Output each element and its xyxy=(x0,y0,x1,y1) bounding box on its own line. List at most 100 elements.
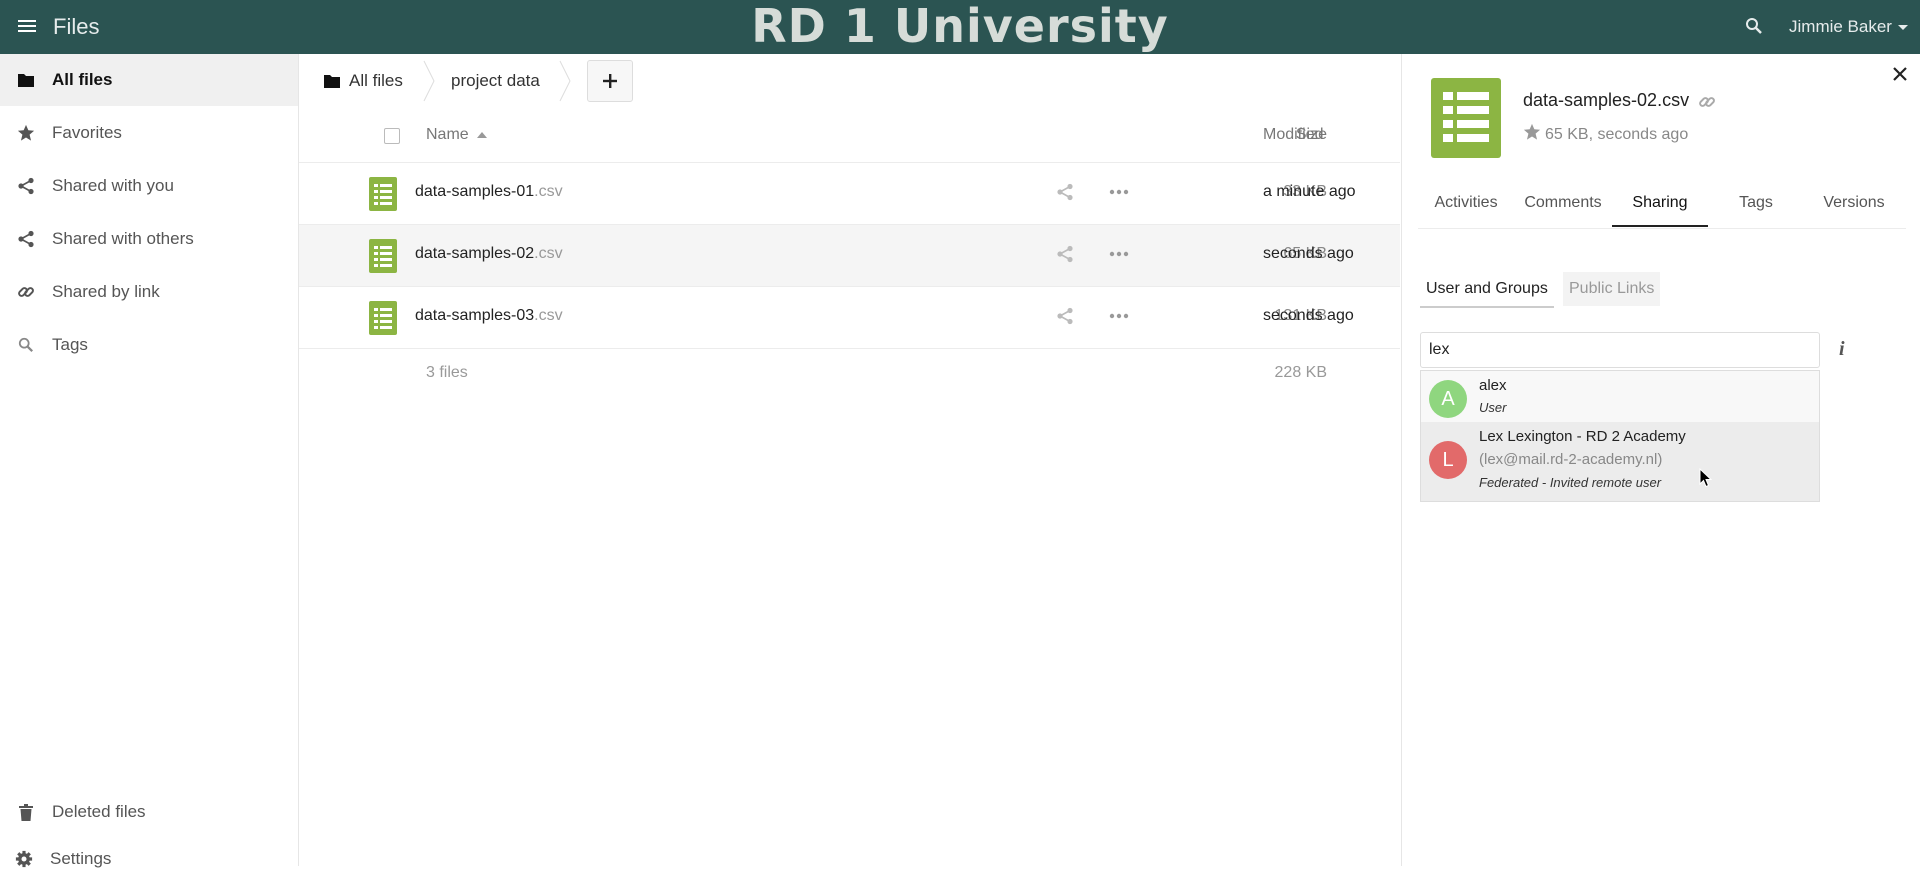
sidebar-item-shared-with-you[interactable]: Shared with you xyxy=(0,160,298,212)
sidebar-item-favorites[interactable]: Favorites xyxy=(0,107,298,159)
breadcrumb-label: project data xyxy=(451,71,540,90)
sidebar-item-label: Shared with you xyxy=(52,176,174,195)
file-name[interactable]: data-samples-01.csv xyxy=(415,183,563,201)
breadcrumb: All files project data xyxy=(299,54,1400,108)
table-row[interactable]: data-samples-01.csv 33 KB a minute ago xyxy=(299,163,1400,225)
subtab-public-links[interactable]: Public Links xyxy=(1563,272,1661,306)
autocomplete-option-lex[interactable]: L Lex Lexington - RD 2 Academy (lex@mail… xyxy=(1421,422,1819,501)
sidebar-item-all-files[interactable]: All files xyxy=(0,54,298,106)
file-count: 3 files xyxy=(426,364,468,381)
details-meta: 65 KB, seconds ago xyxy=(1523,123,1688,144)
tab-comments[interactable]: Comments xyxy=(1514,190,1612,227)
brand-title: RD 1 University xyxy=(751,0,1169,53)
column-name[interactable]: Name xyxy=(426,126,487,144)
option-email: (lex@mail.rd-2-academy.nl) xyxy=(1479,451,1663,468)
tab-tags[interactable]: Tags xyxy=(1708,190,1804,227)
link-icon[interactable] xyxy=(1698,93,1716,116)
user-menu[interactable]: Jimmie Baker xyxy=(1789,17,1908,37)
trash-icon xyxy=(16,802,36,822)
sidebar-item-label: Deleted files xyxy=(52,802,146,821)
details-tabs: Activities Comments Sharing Tags Version… xyxy=(1418,190,1906,229)
table-header: Name Size Modified xyxy=(299,108,1400,163)
sidebar-item-label: Shared with others xyxy=(52,229,194,248)
table-row[interactable]: data-samples-03.csv 131 KB seconds ago xyxy=(299,287,1400,349)
file-basename: data-samples-01 xyxy=(415,183,535,200)
folder-icon xyxy=(16,70,36,90)
avatar: A xyxy=(1429,380,1467,418)
option-type: User xyxy=(1479,400,1507,415)
close-icon[interactable] xyxy=(1892,66,1908,87)
sort-asc-icon xyxy=(476,131,487,138)
column-name-label: Name xyxy=(426,126,469,143)
share-autocomplete: A alex User L Lex Lexington - RD 2 Acade… xyxy=(1420,370,1820,502)
sidebar-item-label: Shared by link xyxy=(52,282,160,301)
share-icon[interactable] xyxy=(1056,245,1074,268)
subtab-user-and-groups[interactable]: User and Groups xyxy=(1420,272,1554,308)
user-name: Jimmie Baker xyxy=(1789,17,1892,36)
sidebar-item-label: Tags xyxy=(52,335,88,354)
tab-versions[interactable]: Versions xyxy=(1804,190,1904,227)
plus-icon xyxy=(603,74,617,88)
option-type: Federated - Invited remote user xyxy=(1479,475,1662,490)
folder-icon xyxy=(323,73,341,89)
column-modified[interactable]: Modified xyxy=(1263,126,1323,144)
tab-sharing[interactable]: Sharing xyxy=(1612,190,1708,227)
share-search-input[interactable] xyxy=(1420,332,1820,368)
sidebar-item-tags[interactable]: Tags xyxy=(0,319,298,371)
autocomplete-option-alex[interactable]: A alex User xyxy=(1421,371,1819,421)
file-name[interactable]: data-samples-02.csv xyxy=(415,245,563,263)
file-basename: data-samples-02 xyxy=(415,245,535,262)
file-name[interactable]: data-samples-03.csv xyxy=(415,307,563,325)
chevron-right-icon xyxy=(559,59,571,108)
details-panel: data-samples-02.csv 65 KB, seconds ago A… xyxy=(1401,54,1920,866)
more-actions-icon[interactable] xyxy=(1109,183,1129,206)
file-extension: .csv xyxy=(534,307,563,324)
star-icon xyxy=(16,123,36,143)
details-meta-text: 65 KB, seconds ago xyxy=(1545,126,1689,143)
sidebar-item-label: All files xyxy=(52,70,113,89)
select-all-checkbox[interactable] xyxy=(384,128,400,144)
spreadsheet-file-icon xyxy=(1431,78,1501,163)
breadcrumb-all-files[interactable]: All files xyxy=(323,54,403,108)
share-icon[interactable] xyxy=(1056,307,1074,330)
more-actions-icon[interactable] xyxy=(1109,245,1129,268)
sidebar-item-shared-with-others[interactable]: Shared with others xyxy=(0,213,298,265)
sidebar-item-label: Settings xyxy=(50,849,112,868)
more-actions-icon[interactable] xyxy=(1109,307,1129,330)
total-size: 228 KB xyxy=(1274,364,1327,381)
sidebar-item-settings[interactable]: Settings xyxy=(0,839,298,879)
gear-icon xyxy=(14,849,34,869)
search-icon xyxy=(16,335,36,355)
share-icon xyxy=(16,176,36,196)
details-filename: data-samples-02.csv xyxy=(1523,90,1690,110)
chevron-right-icon xyxy=(423,59,435,108)
sidebar: All files Favorites Shared with you Shar… xyxy=(0,54,299,868)
breadcrumb-label: All files xyxy=(349,71,403,90)
file-modified: seconds ago xyxy=(1263,245,1354,262)
info-icon[interactable]: i xyxy=(1839,338,1845,361)
tab-activities[interactable]: Activities xyxy=(1418,190,1514,227)
sidebar-item-deleted-files[interactable]: Deleted files xyxy=(0,786,298,838)
file-basename: data-samples-03 xyxy=(415,307,535,324)
share-icon[interactable] xyxy=(1056,183,1074,206)
avatar: L xyxy=(1429,441,1467,479)
link-icon xyxy=(16,282,36,302)
app-header: Files RD 1 University Jimmie Baker xyxy=(0,0,1920,54)
chevron-down-icon xyxy=(1897,25,1908,31)
sidebar-item-label: Favorites xyxy=(52,123,122,142)
sidebar-item-shared-by-link[interactable]: Shared by link xyxy=(0,266,298,318)
file-summary: 3 files 228 KB xyxy=(299,352,1400,392)
file-extension: .csv xyxy=(534,245,563,262)
spreadsheet-file-icon xyxy=(369,239,397,278)
file-modified: a minute ago xyxy=(1263,183,1356,200)
option-name: Lex Lexington - RD 2 Academy xyxy=(1479,428,1686,445)
file-list-area: All files project data Name Size Modifie… xyxy=(299,54,1400,866)
file-extension: .csv xyxy=(534,183,563,200)
table-row[interactable]: data-samples-02.csv 65 KB seconds ago xyxy=(299,225,1400,287)
share-icon xyxy=(16,229,36,249)
new-button[interactable] xyxy=(587,60,633,102)
breadcrumb-project-data[interactable]: project data xyxy=(451,54,540,108)
star-icon[interactable] xyxy=(1523,123,1541,141)
option-name: alex xyxy=(1479,377,1507,394)
search-icon[interactable] xyxy=(1745,17,1763,40)
